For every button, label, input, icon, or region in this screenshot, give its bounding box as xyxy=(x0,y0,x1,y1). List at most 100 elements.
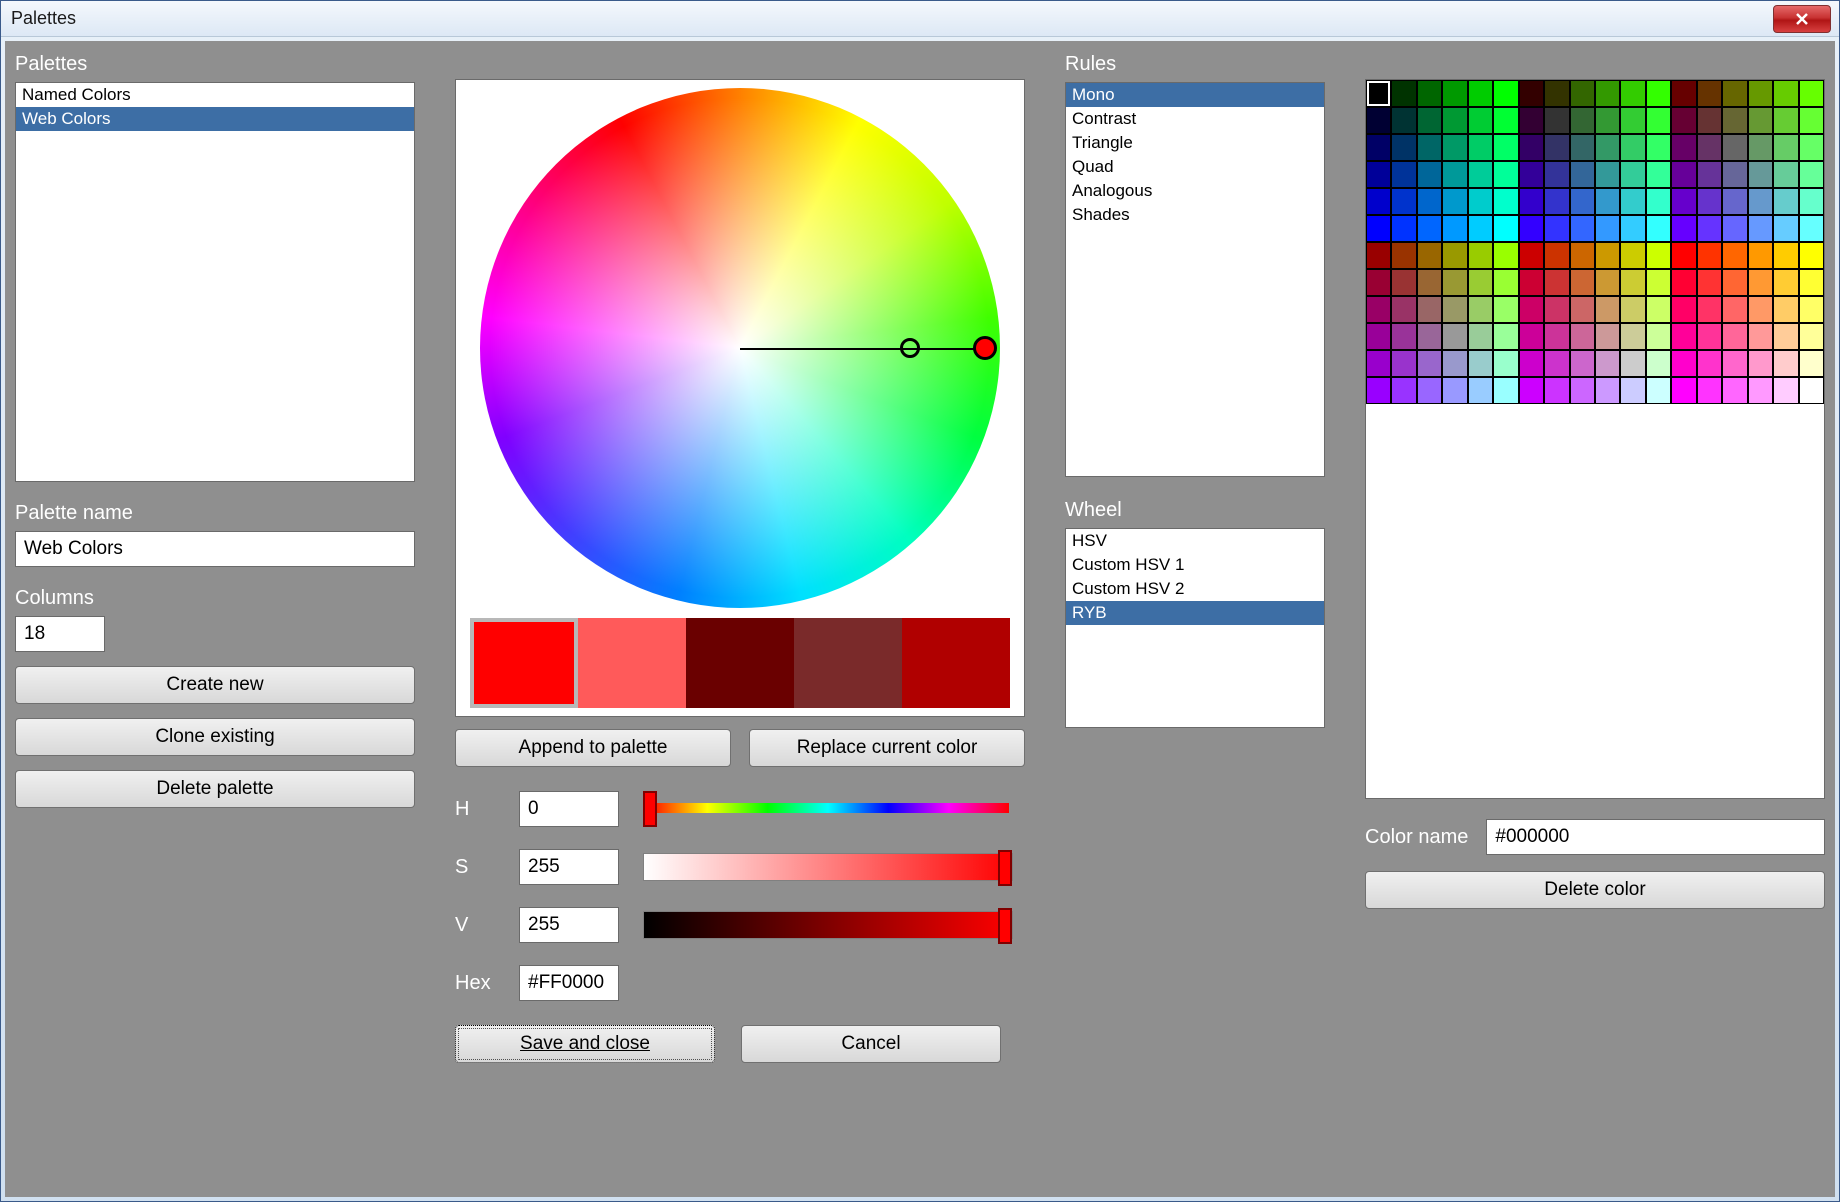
color-swatch[interactable] xyxy=(1544,242,1569,269)
color-swatch[interactable] xyxy=(1697,242,1722,269)
palettes-listbox[interactable]: Named ColorsWeb Colors xyxy=(15,82,415,482)
color-swatch[interactable] xyxy=(1773,215,1798,242)
color-swatch[interactable] xyxy=(1722,134,1747,161)
color-swatch[interactable] xyxy=(1595,269,1620,296)
color-swatch[interactable] xyxy=(1799,215,1824,242)
color-swatch[interactable] xyxy=(1366,134,1391,161)
color-swatch[interactable] xyxy=(1595,296,1620,323)
color-swatch[interactable] xyxy=(1493,188,1518,215)
color-swatch[interactable] xyxy=(1570,350,1595,377)
color-swatch[interactable] xyxy=(1391,296,1416,323)
cancel-button[interactable]: Cancel xyxy=(741,1025,1001,1063)
color-swatch[interactable] xyxy=(1799,323,1824,350)
v-input[interactable] xyxy=(519,907,619,943)
color-swatch[interactable] xyxy=(1417,323,1442,350)
color-swatch[interactable] xyxy=(1722,161,1747,188)
color-swatch[interactable] xyxy=(1799,296,1824,323)
color-swatch[interactable] xyxy=(1620,242,1645,269)
color-swatch[interactable] xyxy=(1442,215,1467,242)
color-swatch[interactable] xyxy=(1620,80,1645,107)
color-swatch[interactable] xyxy=(1646,296,1671,323)
color-swatch[interactable] xyxy=(1519,296,1544,323)
color-swatch[interactable] xyxy=(1748,134,1773,161)
color-swatch[interactable] xyxy=(1442,134,1467,161)
color-swatch[interactable] xyxy=(1595,161,1620,188)
color-swatch[interactable] xyxy=(1544,215,1569,242)
color-swatch[interactable] xyxy=(1493,350,1518,377)
color-swatch[interactable] xyxy=(1799,80,1824,107)
color-swatch[interactable] xyxy=(1468,350,1493,377)
create-new-button[interactable]: Create new xyxy=(15,666,415,704)
color-swatch[interactable] xyxy=(1468,188,1493,215)
wheel-handle-inner[interactable] xyxy=(900,338,920,358)
color-swatch[interactable] xyxy=(1468,80,1493,107)
color-swatch[interactable] xyxy=(1773,350,1798,377)
color-swatch[interactable] xyxy=(1417,188,1442,215)
color-swatch[interactable] xyxy=(1417,377,1442,404)
color-swatch[interactable] xyxy=(1570,242,1595,269)
color-swatch[interactable] xyxy=(1544,188,1569,215)
color-swatch[interactable] xyxy=(1799,350,1824,377)
h-slider[interactable] xyxy=(643,795,1013,823)
color-swatch[interactable] xyxy=(1697,107,1722,134)
color-wheel[interactable] xyxy=(480,88,1000,608)
color-swatch[interactable] xyxy=(1748,188,1773,215)
palette-name-input[interactable] xyxy=(15,531,415,567)
color-swatch[interactable] xyxy=(1595,80,1620,107)
color-swatch[interactable] xyxy=(1544,350,1569,377)
v-slider[interactable] xyxy=(643,911,1013,939)
h-input[interactable] xyxy=(519,791,619,827)
color-swatch[interactable] xyxy=(1468,242,1493,269)
rule-item-contrast[interactable]: Contrast xyxy=(1066,107,1324,131)
columns-input[interactable] xyxy=(15,616,105,652)
color-swatch[interactable] xyxy=(1595,377,1620,404)
color-swatch[interactable] xyxy=(1417,242,1442,269)
palette-item-web-colors[interactable]: Web Colors xyxy=(16,107,414,131)
color-swatch[interactable] xyxy=(1748,242,1773,269)
color-swatch[interactable] xyxy=(1646,107,1671,134)
color-swatch[interactable] xyxy=(1748,377,1773,404)
shade-swatch[interactable] xyxy=(794,618,902,708)
color-swatch[interactable] xyxy=(1646,80,1671,107)
color-swatch[interactable] xyxy=(1493,107,1518,134)
color-swatch[interactable] xyxy=(1799,107,1824,134)
color-swatch[interactable] xyxy=(1646,269,1671,296)
color-swatch[interactable] xyxy=(1620,296,1645,323)
color-swatch[interactable] xyxy=(1366,377,1391,404)
wheel-item-ryb[interactable]: RYB xyxy=(1066,601,1324,625)
rule-item-mono[interactable]: Mono xyxy=(1066,83,1324,107)
color-swatch[interactable] xyxy=(1544,134,1569,161)
color-swatch[interactable] xyxy=(1697,80,1722,107)
color-swatch[interactable] xyxy=(1646,242,1671,269)
color-swatch[interactable] xyxy=(1442,323,1467,350)
wheel-item-hsv[interactable]: HSV xyxy=(1066,529,1324,553)
color-swatch[interactable] xyxy=(1748,80,1773,107)
color-swatch[interactable] xyxy=(1519,107,1544,134)
color-swatch[interactable] xyxy=(1620,215,1645,242)
color-swatch[interactable] xyxy=(1595,323,1620,350)
color-swatch[interactable] xyxy=(1493,323,1518,350)
color-swatch[interactable] xyxy=(1391,350,1416,377)
color-swatch[interactable] xyxy=(1468,269,1493,296)
color-swatch[interactable] xyxy=(1391,242,1416,269)
color-swatch[interactable] xyxy=(1391,161,1416,188)
color-swatch[interactable] xyxy=(1519,323,1544,350)
color-swatch[interactable] xyxy=(1671,161,1696,188)
color-swatch[interactable] xyxy=(1366,323,1391,350)
color-swatch[interactable] xyxy=(1391,134,1416,161)
color-swatch[interactable] xyxy=(1391,269,1416,296)
color-swatch[interactable] xyxy=(1799,134,1824,161)
save-and-close-button[interactable]: Save and close xyxy=(455,1025,715,1063)
wheel-item-custom-hsv-1[interactable]: Custom HSV 1 xyxy=(1066,553,1324,577)
color-swatch[interactable] xyxy=(1620,269,1645,296)
color-swatch[interactable] xyxy=(1519,350,1544,377)
color-swatch[interactable] xyxy=(1391,80,1416,107)
color-swatch[interactable] xyxy=(1620,323,1645,350)
color-swatch[interactable] xyxy=(1595,350,1620,377)
delete-palette-button[interactable]: Delete palette xyxy=(15,770,415,808)
clone-existing-button[interactable]: Clone existing xyxy=(15,718,415,756)
color-swatch[interactable] xyxy=(1671,80,1696,107)
color-swatch[interactable] xyxy=(1468,134,1493,161)
shade-swatch[interactable] xyxy=(578,618,686,708)
rule-item-quad[interactable]: Quad xyxy=(1066,155,1324,179)
